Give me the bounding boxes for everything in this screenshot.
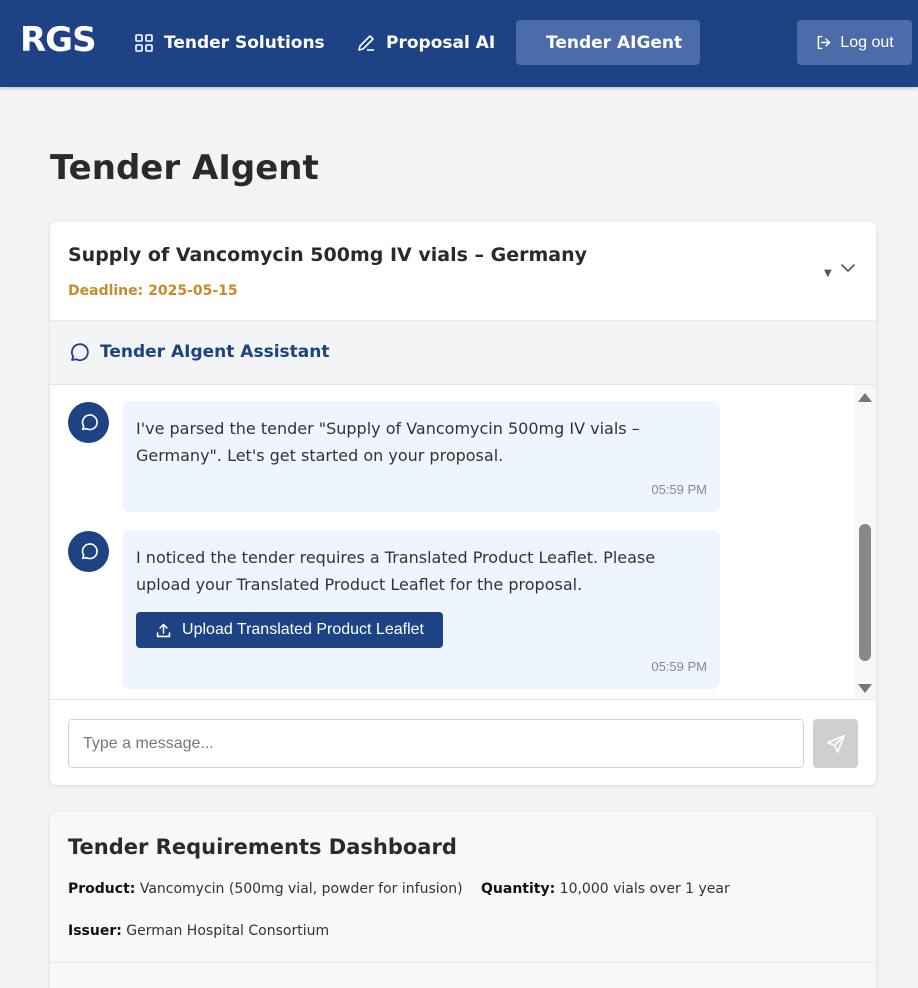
nav-tender-aigent-label: Tender AIGent (546, 32, 683, 53)
message-text: I've parsed the tender "Supply of Vancom… (136, 419, 640, 465)
requirements-card: Tender Requirements Dashboard Product: V… (50, 812, 876, 988)
message-input[interactable] (68, 719, 804, 768)
tender-title: Supply of Vancomycin 500mg IV vials – Ge… (68, 244, 588, 266)
send-icon (826, 734, 845, 753)
message-bubble: I noticed the tender requires a Translat… (122, 530, 720, 689)
nav-tender-aigent[interactable]: Tender AIGent (516, 20, 700, 65)
chat-bubble-icon (70, 343, 89, 362)
scroll-down-arrow-icon[interactable] (858, 684, 872, 693)
send-button[interactable] (813, 719, 858, 768)
assistant-header: Tender AIgent Assistant (50, 321, 876, 385)
upload-icon (156, 623, 171, 637)
top-navbar: RGS Tender Solutions Proposal AI Tender … (0, 0, 918, 87)
nav-tender-solutions[interactable]: Tender Solutions (114, 20, 345, 65)
pencil-icon (358, 34, 374, 51)
logout-icon (817, 35, 831, 50)
chat-messages[interactable]: I've parsed the tender "Supply of Vancom… (50, 385, 876, 699)
upload-leaflet-label: Upload Translated Product Leaflet (182, 621, 424, 638)
nav-tender-solutions-label: Tender Solutions (164, 32, 325, 53)
logout-button[interactable]: Log out (797, 20, 912, 65)
tender-header[interactable]: Supply of Vancomycin 500mg IV vials – Ge… (50, 222, 876, 321)
caret-down-icon: ▼ (824, 268, 832, 279)
assistant-avatar (68, 402, 109, 443)
assistant-avatar (68, 531, 109, 572)
grid-icon (135, 33, 153, 52)
scrollbar-thumb[interactable] (859, 524, 871, 661)
scroll-up-arrow-icon[interactable] (858, 393, 872, 402)
logout-label: Log out (840, 33, 894, 51)
nav-proposal-ai-label: Proposal AI (386, 32, 496, 53)
assistant-title: Tender AIgent Assistant (100, 342, 330, 362)
chat-scrollbar[interactable] (854, 385, 876, 699)
product-label: Product: (68, 881, 136, 897)
page-title: Tender AIgent (50, 148, 319, 188)
message-text: I noticed the tender requires a Translat… (136, 548, 656, 594)
chat-bubble-icon (81, 413, 98, 430)
message-bubble: I've parsed the tender "Supply of Vancom… (122, 401, 720, 512)
issuer-label: Issuer: (68, 923, 122, 939)
quantity-label: Quantity: (481, 881, 556, 897)
message-time: 05:59 PM (651, 482, 707, 497)
product-value: Vancomycin (500mg vial, powder for infus… (139, 881, 463, 897)
issuer-value: German Hospital Consortium (126, 923, 330, 939)
quantity-row: Quantity: 10,000 vials over 1 year (481, 881, 730, 897)
tender-deadline: Deadline: 2025-05-15 (68, 283, 238, 299)
quantity-value: 10,000 vials over 1 year (559, 881, 730, 897)
product-row: Product: Vancomycin (500mg vial, powder … (68, 881, 463, 897)
tender-card: Supply of Vancomycin 500mg IV vials – Ge… (50, 222, 876, 785)
chat-bubble-icon (81, 542, 98, 559)
issuer-row: Issuer: German Hospital Consortium (68, 923, 329, 939)
nav-proposal-ai[interactable]: Proposal AI (336, 20, 515, 65)
upload-leaflet-button[interactable]: Upload Translated Product Leaflet (136, 612, 443, 648)
rgs-logo[interactable]: RGS (20, 20, 97, 60)
message-composer (50, 699, 876, 785)
chevron-down-icon[interactable] (840, 260, 856, 276)
divider (50, 962, 876, 963)
message-time: 05:59 PM (651, 659, 707, 674)
requirements-title: Tender Requirements Dashboard (68, 835, 457, 859)
